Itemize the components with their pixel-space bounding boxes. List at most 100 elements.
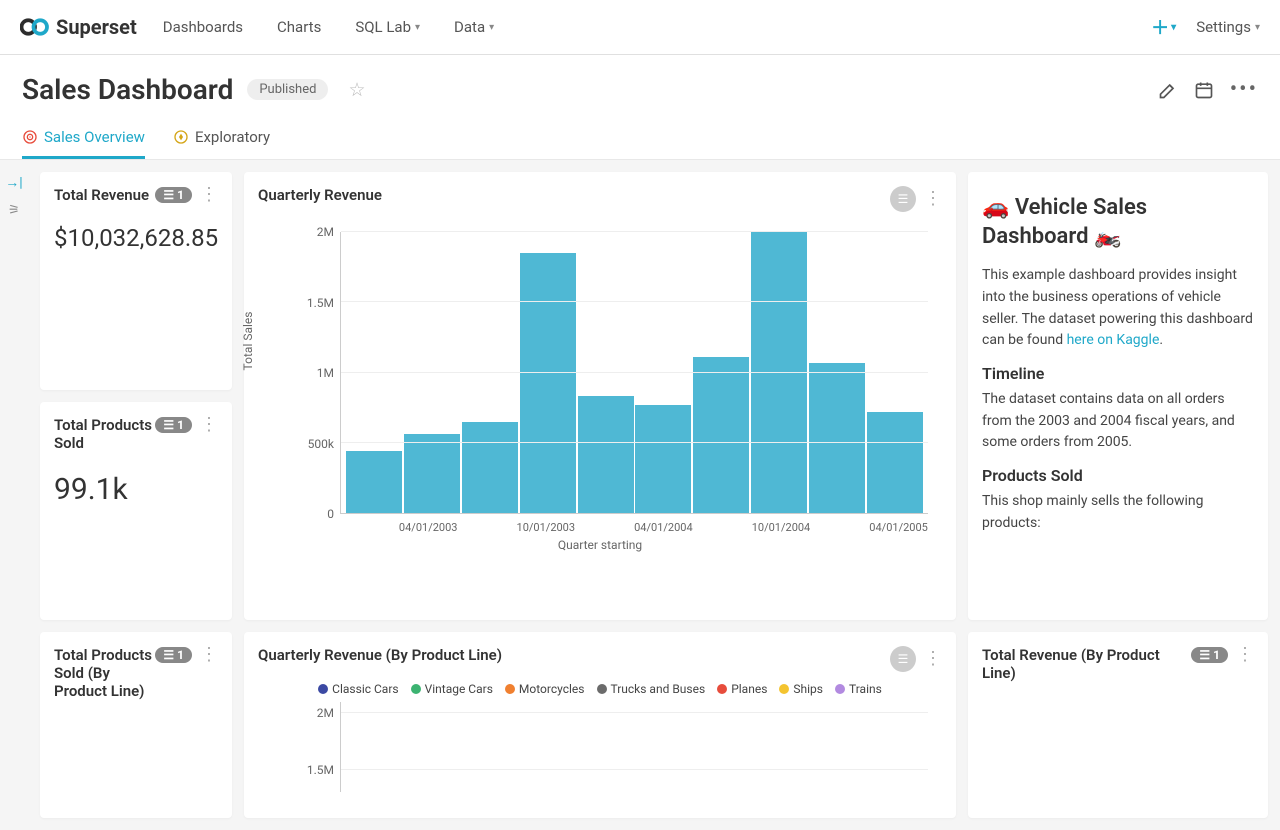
bar[interactable]: [867, 412, 923, 513]
bar[interactable]: [809, 363, 865, 513]
legend-item[interactable]: Vintage Cars: [411, 682, 493, 696]
bar[interactable]: [751, 232, 807, 513]
more-actions-icon[interactable]: •••: [1230, 79, 1258, 101]
info-heading: 🚗 Vehicle Sales Dashboard 🏍️: [982, 194, 1254, 251]
card-menu-icon[interactable]: ⋮: [924, 650, 942, 668]
card-menu-icon[interactable]: ⋮: [200, 186, 218, 204]
published-badge[interactable]: Published: [247, 79, 328, 100]
card-menu-icon[interactable]: ⋮: [200, 416, 218, 434]
y-axis: 1.5M2M: [300, 702, 340, 792]
bar[interactable]: [578, 396, 634, 513]
card-menu-icon[interactable]: ⋮: [1236, 646, 1254, 664]
x-axis-ticks: 04/01/200310/01/200304/01/200410/01/2004…: [340, 521, 928, 534]
filter-pill[interactable]: ☰1: [155, 647, 192, 663]
nav-settings[interactable]: Settings ▾: [1196, 18, 1260, 36]
card-info-markdown: 🚗 Vehicle Sales Dashboard 🏍️ This exampl…: [968, 172, 1268, 620]
bar[interactable]: [404, 434, 460, 513]
nav-sqllab[interactable]: SQL Lab ▾: [355, 18, 420, 36]
info-subheading-timeline: Timeline: [982, 364, 1254, 383]
filter-pill[interactable]: ☰1: [155, 187, 192, 203]
info-products-text: This shop mainly sells the following pro…: [982, 491, 1254, 534]
favorite-star-icon[interactable]: ☆: [348, 78, 365, 101]
legend-item[interactable]: Trucks and Buses: [597, 682, 706, 696]
card-total-products-by-line: Total Products Sold (By Product Line) ☰1…: [40, 632, 232, 818]
card-quarterly-by-product-line: Quarterly Revenue (By Product Line) ☰ ⋮ …: [244, 632, 956, 818]
bar[interactable]: [635, 405, 691, 513]
x-axis-label: Quarter starting: [258, 538, 942, 552]
bars-container: [341, 232, 928, 513]
caret-down-icon: ▾: [1171, 22, 1176, 33]
nav-sqllab-label: SQL Lab: [355, 18, 411, 36]
card-total-revenue-by-line: Total Revenue (By Product Line) ☰1 ⋮: [968, 632, 1268, 818]
tab-label: Sales Overview: [44, 128, 145, 146]
bar-chart[interactable]: Total Sales 0500k1M1.5M2M 04/01/200310/0…: [258, 222, 942, 552]
legend-item[interactable]: Trains: [835, 682, 882, 696]
expand-filters-icon[interactable]: →|: [5, 174, 22, 191]
dashboard-tabs: Sales Overview Exploratory: [22, 128, 1258, 159]
filter-pill[interactable]: ☰1: [1191, 647, 1228, 663]
card-title: Quarterly Revenue: [258, 186, 382, 204]
chart-legend: Classic Cars Vintage Cars Motorcycles Truck…: [258, 682, 942, 696]
target-icon: [22, 129, 38, 145]
nav-data[interactable]: Data ▾: [454, 18, 494, 36]
filter-sidebar: →| ⚞: [0, 160, 28, 830]
card-title: Quarterly Revenue (By Product Line): [258, 646, 502, 664]
tab-sales-overview[interactable]: Sales Overview: [22, 128, 145, 159]
chart-plot-area: [340, 702, 928, 792]
info-subheading-products: Products Sold: [982, 466, 1254, 485]
bar[interactable]: [346, 451, 402, 513]
info-paragraph: This example dashboard provides insight …: [982, 265, 1254, 352]
tab-exploratory[interactable]: Exploratory: [173, 128, 270, 159]
app-logo[interactable]: Superset: [20, 15, 137, 39]
card-total-products-sold: Total Products Sold ☰1 ⋮ 99.1k: [40, 402, 232, 620]
card-title: Total Revenue: [54, 186, 149, 204]
card-title: Total Products Sold: [54, 416, 155, 452]
nav-data-label: Data: [454, 18, 485, 36]
app-name: Superset: [56, 15, 137, 39]
kaggle-link[interactable]: here on Kaggle: [1067, 332, 1160, 348]
bar[interactable]: [520, 253, 576, 513]
chart-plot-area: [340, 232, 928, 514]
card-title: Total Products Sold (By Product Line): [54, 646, 155, 700]
caret-down-icon: ▾: [489, 22, 494, 33]
card-menu-icon[interactable]: ⋮: [924, 190, 942, 208]
calendar-icon[interactable]: [1194, 80, 1214, 100]
big-number-value: $10,032,628.85: [54, 224, 218, 252]
card-total-revenue: Total Revenue ☰1 ⋮ $10,032,628.85: [40, 172, 232, 390]
filter-circle-icon[interactable]: ☰: [890, 646, 916, 672]
filter-pill[interactable]: ☰1: [155, 417, 192, 433]
legend-item[interactable]: Motorcycles: [505, 682, 585, 696]
card-quarterly-revenue: Quarterly Revenue ☰ ⋮ Total Sales 0500k1…: [244, 172, 956, 620]
top-navbar: Superset Dashboards Charts SQL Lab ▾ Data…: [0, 0, 1280, 55]
stacked-bar-chart[interactable]: 1.5M2M: [258, 702, 942, 792]
compass-icon: [173, 129, 189, 145]
nav-dashboards[interactable]: Dashboards: [163, 18, 243, 36]
y-axis-label: Total Sales: [241, 312, 255, 371]
card-menu-icon[interactable]: ⋮: [200, 646, 218, 664]
dashboard-workspace: →| ⚞ Total Revenue ☰1 ⋮ $10,032,628.85 Q…: [0, 160, 1280, 830]
dashboard-grid: Total Revenue ☰1 ⋮ $10,032,628.85 Quarte…: [28, 160, 1280, 830]
legend-item[interactable]: Planes: [717, 682, 767, 696]
big-number-value: 99.1k: [54, 472, 218, 507]
filter-circle-icon[interactable]: ☰: [890, 186, 916, 212]
edit-icon[interactable]: [1158, 80, 1178, 100]
caret-down-icon: ▾: [415, 22, 420, 33]
dashboard-header: Sales Dashboard Published ☆ ••• Sales Ov…: [0, 55, 1280, 160]
nav-settings-label: Settings: [1196, 18, 1251, 36]
legend-item[interactable]: Classic Cars: [318, 682, 398, 696]
info-timeline-text: The dataset contains data on all orders …: [982, 389, 1254, 454]
card-title: Total Revenue (By Product Line): [982, 646, 1191, 682]
dashboard-title: Sales Dashboard: [22, 73, 233, 106]
caret-down-icon: ▾: [1255, 22, 1260, 33]
filter-count: 1: [1213, 648, 1220, 662]
nav-links: Dashboards Charts SQL Lab ▾ Data ▾: [163, 18, 1151, 36]
filter-icon[interactable]: ⚞: [8, 203, 20, 218]
nav-charts[interactable]: Charts: [277, 18, 321, 36]
new-button[interactable]: ＋▾: [1151, 14, 1176, 40]
bar[interactable]: [693, 357, 749, 513]
nav-actions: ＋▾ Settings ▾: [1151, 14, 1260, 40]
legend-item[interactable]: Ships: [779, 682, 823, 696]
header-actions: •••: [1158, 79, 1258, 101]
stacked-bars-container: [341, 702, 928, 792]
bar[interactable]: [462, 422, 518, 513]
